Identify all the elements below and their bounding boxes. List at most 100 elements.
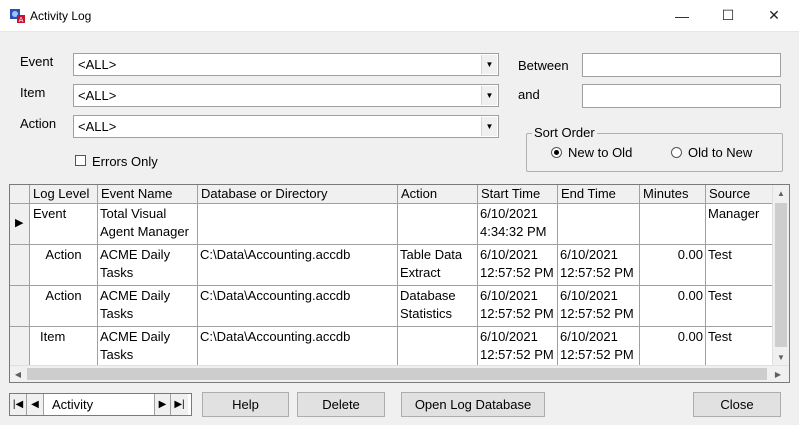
delete-button-label: Delete xyxy=(322,397,360,412)
row-selector[interactable] xyxy=(10,245,30,286)
chevron-down-icon[interactable]: ▼ xyxy=(481,86,497,105)
row-selector[interactable] xyxy=(10,327,30,368)
window-title: Activity Log xyxy=(30,9,92,23)
table-cell[interactable]: 0.00 xyxy=(640,245,706,286)
new-to-old-radio[interactable] xyxy=(551,147,562,158)
open-log-database-label: Open Log Database xyxy=(414,397,532,412)
action-combo[interactable]: <ALL> ▼ xyxy=(73,115,499,138)
maximize-icon: ☐ xyxy=(721,7,735,23)
vertical-scroll-thumb[interactable] xyxy=(775,203,787,347)
table-cell[interactable]: Test xyxy=(706,327,773,368)
table-cell[interactable] xyxy=(198,204,398,245)
errors-only-checkbox[interactable] xyxy=(75,155,86,166)
help-button[interactable]: Help xyxy=(202,392,289,417)
item-combo[interactable]: <ALL> ▼ xyxy=(73,84,499,107)
table-cell[interactable]: C:\Data\Accounting.accdb xyxy=(198,245,398,286)
chevron-down-icon[interactable]: ▼ xyxy=(481,117,497,136)
delete-button[interactable]: Delete xyxy=(297,392,385,417)
table-cell[interactable]: ACME Daily Tasks xyxy=(98,286,198,327)
record-navigator: |◀ ◀ Activity ▶ ▶| xyxy=(9,393,192,416)
scroll-right-icon[interactable]: ▶ xyxy=(770,366,786,382)
table-cell[interactable]: ACME Daily Tasks xyxy=(98,245,198,286)
horizontal-scroll-thumb[interactable] xyxy=(27,368,767,380)
table-cell[interactable]: ACME Daily Tasks xyxy=(98,327,198,368)
scroll-left-icon[interactable]: ◀ xyxy=(10,366,26,382)
column-header-source[interactable]: Source xyxy=(706,185,773,204)
table-cell[interactable]: 6/10/2021 4:34:32 PM xyxy=(478,204,558,245)
table-cell[interactable]: Database Statistics xyxy=(398,286,478,327)
row-selector[interactable] xyxy=(10,286,30,327)
table-cell[interactable]: 0.00 xyxy=(640,327,706,368)
column-header-database[interactable]: Database or Directory xyxy=(198,185,398,204)
row-selector[interactable]: ▶ xyxy=(10,204,30,245)
between-input[interactable] xyxy=(582,53,781,77)
vertical-scrollbar[interactable]: ▲ ▼ xyxy=(772,185,789,366)
table-cell[interactable]: C:\Data\Accounting.accdb xyxy=(198,286,398,327)
table-cell[interactable]: 0.00 xyxy=(640,286,706,327)
table-cell[interactable]: 6/10/2021 12:57:52 PM xyxy=(558,245,640,286)
new-to-old-label: New to Old xyxy=(568,145,633,160)
table-cell[interactable]: Test xyxy=(706,245,773,286)
title-bar: A Activity Log — ☐ ✕ xyxy=(0,0,799,32)
and-input[interactable] xyxy=(582,84,781,108)
close-icon: ✕ xyxy=(768,7,780,23)
horizontal-scrollbar[interactable]: ◀ ▶ xyxy=(10,365,789,382)
column-header-minutes[interactable]: Minutes xyxy=(640,185,706,204)
minimize-icon: — xyxy=(675,7,689,24)
between-label: Between xyxy=(518,58,569,73)
corner-cell xyxy=(10,185,30,204)
previous-record-icon[interactable]: ◀ xyxy=(27,394,44,415)
scroll-down-icon[interactable]: ▼ xyxy=(773,349,789,365)
table-cell[interactable]: 6/10/2021 12:57:52 PM xyxy=(558,286,640,327)
old-to-new-radio[interactable] xyxy=(671,147,682,158)
scroll-up-icon[interactable]: ▲ xyxy=(773,185,789,201)
column-header-log-level[interactable]: Log Level xyxy=(30,185,98,204)
table-cell[interactable]: Event xyxy=(30,204,98,245)
table-cell[interactable]: C:\Data\Accounting.accdb xyxy=(198,327,398,368)
table-cell[interactable]: Action xyxy=(30,286,98,327)
table-cell[interactable]: 6/10/2021 12:57:52 PM xyxy=(478,327,558,368)
column-header-action[interactable]: Action xyxy=(398,185,478,204)
old-to-new-label: Old to New xyxy=(688,145,753,160)
table-cell[interactable]: Action xyxy=(30,245,98,286)
item-label: Item xyxy=(20,85,46,100)
item-value: <ALL> xyxy=(78,88,117,103)
table-cell[interactable] xyxy=(398,204,478,245)
table-cell[interactable]: 6/10/2021 12:57:52 PM xyxy=(478,286,558,327)
table-cell[interactable]: Table Data Extract xyxy=(398,245,478,286)
navigator-value: Activity xyxy=(52,397,94,412)
table-cell[interactable]: Total Visual Agent Manager xyxy=(98,204,198,245)
help-button-label: Help xyxy=(232,397,259,412)
open-log-database-button[interactable]: Open Log Database xyxy=(401,392,545,417)
first-record-icon[interactable]: |◀ xyxy=(10,394,27,415)
event-value: <ALL> xyxy=(78,57,117,72)
chevron-down-icon[interactable]: ▼ xyxy=(481,55,497,74)
table-cell[interactable] xyxy=(398,327,478,368)
last-record-icon[interactable]: ▶| xyxy=(171,394,188,415)
maximize-button[interactable]: ☐ xyxy=(705,0,751,31)
close-button-label: Close xyxy=(720,397,754,412)
table-cell[interactable]: Manager xyxy=(706,204,773,245)
activity-grid[interactable]: Log Level Event Name Database or Directo… xyxy=(9,184,790,383)
next-record-icon[interactable]: ▶ xyxy=(154,394,171,415)
table-cell[interactable] xyxy=(640,204,706,245)
table-cell[interactable]: 6/10/2021 12:57:52 PM xyxy=(558,327,640,368)
table-cell[interactable]: Test xyxy=(706,286,773,327)
column-header-end-time[interactable]: End Time xyxy=(558,185,640,204)
close-button[interactable]: Close xyxy=(693,392,781,417)
minimize-button[interactable]: — xyxy=(659,0,705,31)
action-value: <ALL> xyxy=(78,119,117,134)
sort-order-title: Sort Order xyxy=(532,125,597,140)
event-label: Event xyxy=(20,54,54,69)
and-label: and xyxy=(518,87,540,102)
column-header-start-time[interactable]: Start Time xyxy=(478,185,558,204)
table-cell[interactable]: Item xyxy=(30,327,98,368)
event-combo[interactable]: <ALL> ▼ xyxy=(73,53,499,76)
table-cell[interactable]: 6/10/2021 12:57:52 PM xyxy=(478,245,558,286)
app-icon: A xyxy=(9,8,26,24)
close-window-button[interactable]: ✕ xyxy=(751,0,797,31)
action-label: Action xyxy=(20,116,57,131)
table-cell[interactable] xyxy=(558,204,640,245)
svg-text:A: A xyxy=(19,16,24,24)
column-header-event-name[interactable]: Event Name xyxy=(98,185,198,204)
